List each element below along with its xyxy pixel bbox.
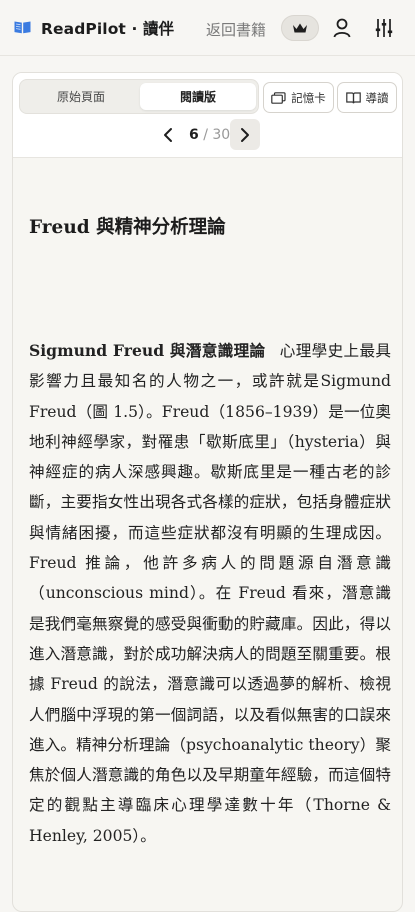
next-page-button[interactable] [230, 119, 260, 150]
original-page-tab[interactable]: 原始頁面 [23, 83, 139, 110]
paragraph-text: 心理學史上最具影響力且最知名的人物之一，或許就是Sigmund Freud（圖 … [29, 342, 391, 845]
guide-label: 導讀 [365, 90, 389, 105]
premium-button[interactable] [281, 15, 319, 41]
page-indicator: 6 / 30 [189, 127, 230, 143]
user-icon[interactable] [333, 18, 351, 38]
sliders-icon[interactable] [375, 18, 393, 38]
chevron-left-icon[interactable] [161, 127, 175, 143]
section-heading: Freud 與精神分析理論 [29, 217, 226, 238]
total-pages: 30 [212, 127, 231, 143]
cards-icon [271, 91, 286, 104]
body-paragraph: Sigmund Freud 與潛意識理論 心理學史上最具影響力且最知名的人物之一，… [29, 336, 391, 851]
paragraph-lead: Sigmund Freud 與潛意識理論 [29, 341, 266, 360]
book-icon [345, 91, 361, 103]
reader-card: 原始頁面 閱讀版 記憶卡 導讀 6 / 30 Freud 與精神分析理論 Sig… [12, 72, 403, 912]
page-separator: / [198, 127, 213, 143]
memory-cards-button[interactable]: 記憶卡 [263, 82, 334, 113]
open-book-icon [14, 21, 31, 34]
app-header: ReadPilot · 讀伴 返回書籍 [0, 0, 415, 56]
guide-button[interactable]: 導讀 [337, 82, 397, 113]
chevron-right-icon [241, 127, 249, 142]
view-mode-toggle: 原始頁面 閱讀版 [19, 79, 259, 114]
current-page: 6 [189, 127, 199, 143]
crown-icon [293, 23, 307, 33]
app-brand: ReadPilot · 讀伴 [41, 20, 175, 38]
reader-toolbar: 原始頁面 閱讀版 記憶卡 導讀 6 / 30 [13, 73, 402, 158]
back-to-books-link[interactable]: 返回書籍 [206, 19, 266, 40]
reading-view-tab[interactable]: 閱讀版 [140, 83, 256, 110]
memory-cards-label: 記憶卡 [291, 90, 326, 105]
